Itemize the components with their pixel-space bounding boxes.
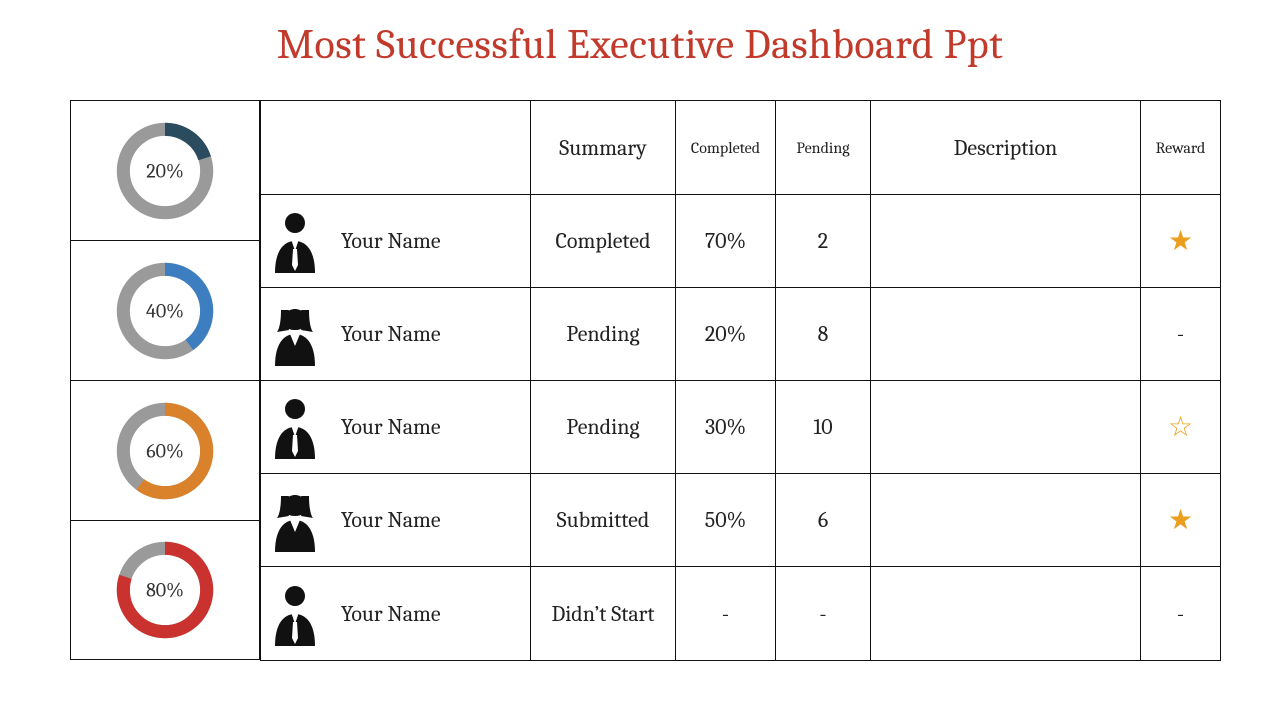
cell-reward: ★: [1141, 474, 1221, 567]
cell-description: [871, 474, 1141, 567]
donut-cell-2: 60%: [70, 380, 260, 520]
cell-person: Your Name: [261, 288, 531, 381]
header-reward: Reward: [1141, 101, 1221, 195]
donut-chart-2: 60%: [110, 396, 220, 506]
donut-chart-0: 20%: [110, 116, 220, 226]
cell-description: [871, 381, 1141, 474]
cell-summary: Didn’t Start: [531, 567, 676, 661]
cell-summary: Pending: [531, 381, 676, 474]
star-filled-icon: ★: [1168, 225, 1193, 257]
person-male-icon: [267, 395, 323, 459]
donut-cell-1: 40%: [70, 240, 260, 380]
donut-label-1: 40%: [110, 299, 220, 322]
cell-person: Your Name: [261, 381, 531, 474]
cell-pending: 8: [776, 288, 871, 381]
person-name: Your Name: [341, 601, 441, 627]
cell-pending: -: [776, 567, 871, 661]
person-name: Your Name: [341, 507, 441, 533]
cell-person: Your Name: [261, 474, 531, 567]
donut-label-0: 20%: [110, 159, 220, 182]
header-summary: Summary: [531, 101, 676, 195]
table-row: Your Name Pending20%8 -: [261, 288, 1221, 381]
cell-pending: 2: [776, 195, 871, 288]
cell-description: [871, 195, 1141, 288]
person-male-icon: [267, 209, 323, 273]
star-filled-icon: ★: [1168, 504, 1193, 536]
status-table: Summary Completed Pending Description Re…: [260, 100, 1221, 661]
cell-person: Your Name: [261, 567, 531, 661]
donut-label-2: 60%: [110, 439, 220, 462]
cell-completed: 70%: [676, 195, 776, 288]
person-name: Your Name: [341, 414, 441, 440]
cell-summary: Submitted: [531, 474, 676, 567]
person-female-icon: [267, 488, 323, 552]
cell-description: [871, 288, 1141, 381]
donut-chart-3: 80%: [110, 535, 220, 645]
table-row: Your Name Pending30%10 ☆: [261, 381, 1221, 474]
cell-reward: -: [1141, 288, 1221, 381]
donut-cell-3: 80%: [70, 520, 260, 660]
donut-chart-1: 40%: [110, 256, 220, 366]
donut-column: 20% 40% 60%: [70, 100, 260, 660]
reward-dash: -: [1177, 601, 1184, 627]
page-title: Most Successful Executive Dashboard Ppt: [0, 0, 1280, 87]
person-male-icon: [267, 582, 323, 646]
person-female-icon: [267, 302, 323, 366]
table-row: Your Name Completed70%2 ★: [261, 195, 1221, 288]
table-row: Your NameDidn’t Start---: [261, 567, 1221, 661]
cell-completed: 20%: [676, 288, 776, 381]
person-name: Your Name: [341, 228, 441, 254]
cell-completed: -: [676, 567, 776, 661]
cell-description: [871, 567, 1141, 661]
header-pending: Pending: [776, 101, 871, 195]
donut-label-3: 80%: [110, 579, 220, 602]
reward-dash: -: [1177, 321, 1184, 347]
person-name: Your Name: [341, 321, 441, 347]
cell-completed: 30%: [676, 381, 776, 474]
cell-reward: -: [1141, 567, 1221, 661]
cell-pending: 10: [776, 381, 871, 474]
header-blank: [261, 101, 531, 195]
cell-reward: ☆: [1141, 381, 1221, 474]
table-header-row: Summary Completed Pending Description Re…: [261, 101, 1221, 195]
header-description: Description: [871, 101, 1141, 195]
star-outline-icon: ☆: [1168, 411, 1193, 443]
cell-summary: Pending: [531, 288, 676, 381]
header-completed: Completed: [676, 101, 776, 195]
donut-cell-0: 20%: [70, 100, 260, 240]
cell-completed: 50%: [676, 474, 776, 567]
table-row: Your Name Submitted50%6 ★: [261, 474, 1221, 567]
cell-pending: 6: [776, 474, 871, 567]
cell-person: Your Name: [261, 195, 531, 288]
cell-summary: Completed: [531, 195, 676, 288]
dashboard-container: 20% 40% 60%: [70, 100, 1220, 660]
cell-reward: ★: [1141, 195, 1221, 288]
